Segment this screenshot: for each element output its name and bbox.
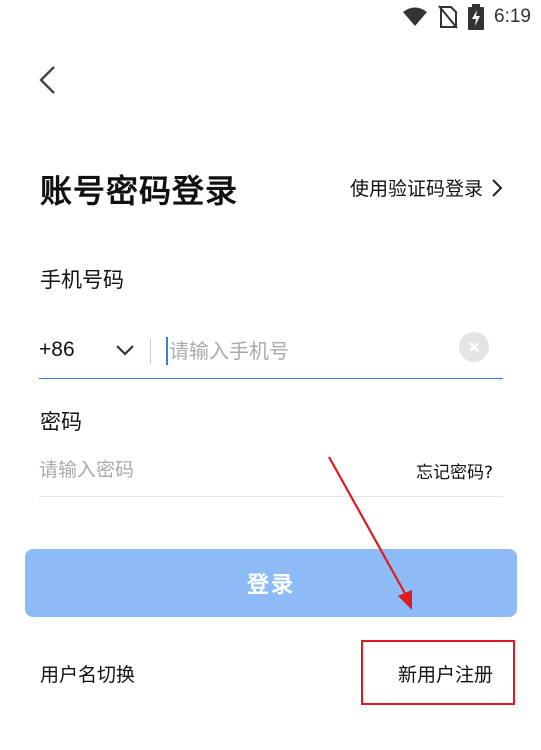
page-title: 账号密码登录: [40, 172, 239, 210]
clear-button[interactable]: [459, 332, 489, 362]
close-icon: [469, 342, 479, 352]
register-link[interactable]: 新用户注册: [398, 660, 493, 687]
battery-charging-icon: [468, 4, 485, 30]
password-field-row: 忘记密码?: [39, 448, 503, 497]
sms-login-label: 使用验证码登录: [349, 178, 483, 200]
text-cursor: [166, 337, 168, 365]
forgot-password-link[interactable]: 忘记密码?: [416, 458, 493, 483]
back-button[interactable]: [36, 64, 60, 96]
country-code[interactable]: +86: [39, 338, 75, 362]
wifi-icon: [403, 7, 428, 26]
chevron-down-icon[interactable]: [115, 344, 135, 356]
switch-user-link[interactable]: 用户名切换: [40, 660, 135, 687]
chevron-left-icon: [39, 66, 55, 94]
phone-label: 手机号码: [40, 268, 124, 292]
sms-login-link[interactable]: 使用验证码登录: [350, 174, 503, 201]
phone-field-row: +86: [39, 328, 503, 379]
status-bar: 6:19: [0, 0, 541, 36]
chevron-right-icon: [492, 178, 503, 197]
password-label: 密码: [40, 410, 82, 434]
status-icons: 6:19: [402, 4, 531, 30]
phone-input[interactable]: [169, 334, 449, 368]
no-sim-icon: [438, 5, 458, 29]
separator: [150, 338, 151, 364]
status-time: 6:19: [494, 6, 531, 27]
login-button[interactable]: 登录: [25, 549, 517, 617]
password-input[interactable]: [39, 454, 359, 486]
